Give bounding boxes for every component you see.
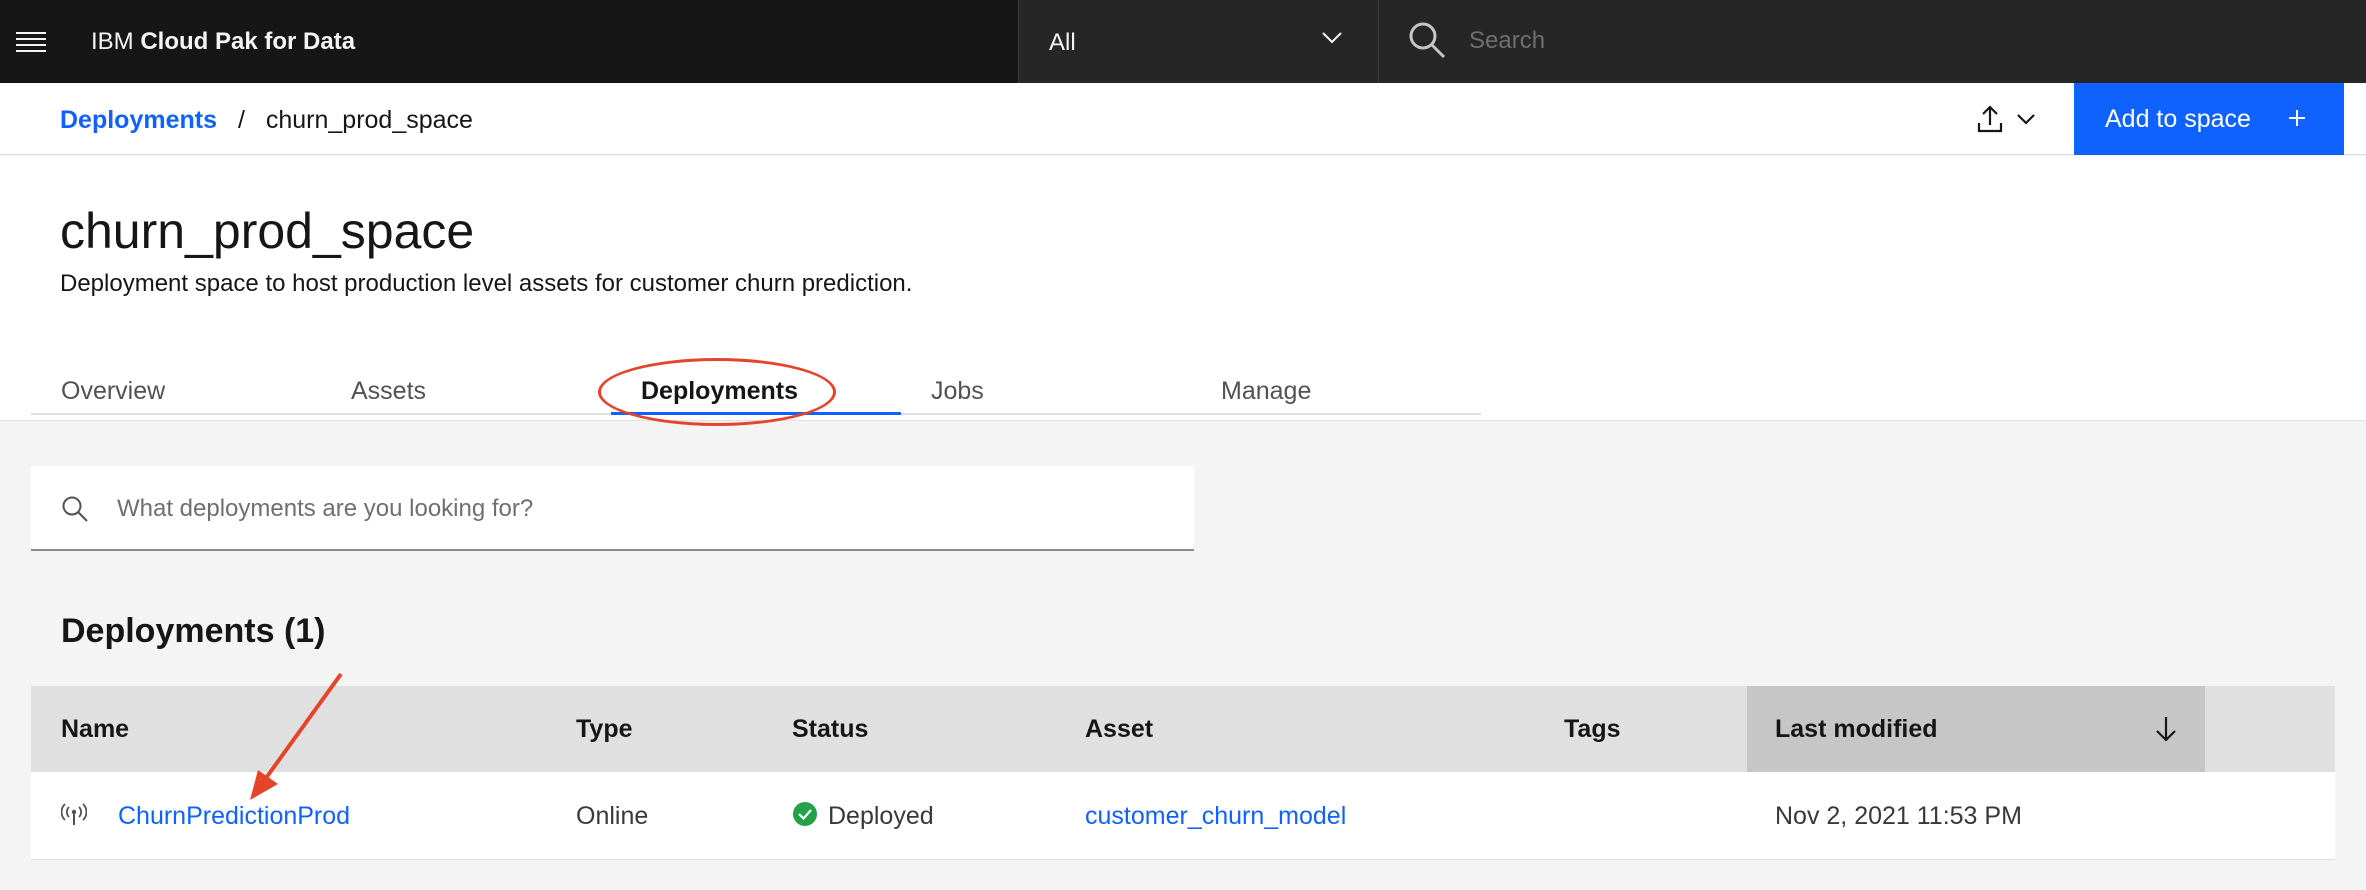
column-header-status[interactable]: Status <box>792 686 868 772</box>
brand-prefix: IBM <box>91 28 134 55</box>
deployment-asset-link[interactable]: customer_churn_model <box>1085 772 1346 860</box>
hamburger-menu-button[interactable] <box>0 0 62 83</box>
space-overview-header: churn_prod_space Deployment space to hos… <box>0 156 2366 421</box>
column-header-last-modified-label: Last modified <box>1775 715 1938 743</box>
breadcrumb-link-deployments[interactable]: Deployments <box>60 106 217 134</box>
hamburger-menu-icon <box>16 31 46 52</box>
add-icon <box>2289 110 2305 126</box>
global-search[interactable] <box>1378 0 2366 83</box>
column-header-last-modified[interactable]: Last modified <box>1747 686 2205 772</box>
scope-dropdown[interactable]: All <box>1018 0 1378 83</box>
upload-icon <box>1977 105 2003 133</box>
top-navigation-bar: IBM Cloud Pak for Data All <box>0 0 2366 83</box>
deployment-search-input[interactable] <box>117 486 1157 532</box>
search-icon <box>1409 22 1446 59</box>
scope-selected-value: All <box>1049 29 1076 56</box>
arrow-down-icon[interactable] <box>2155 715 2177 743</box>
chevron-down-icon <box>1322 32 1342 44</box>
chevron-down-icon <box>2017 113 2035 125</box>
column-header-type[interactable]: Type <box>576 686 633 772</box>
add-to-space-label: Add to space <box>2105 104 2251 133</box>
product-name[interactable]: IBM Cloud Pak for Data <box>91 0 355 83</box>
deployment-online-icon <box>61 803 87 825</box>
deployment-status: Deployed <box>792 772 934 860</box>
column-header-asset[interactable]: Asset <box>1085 686 1153 772</box>
space-tabs: Overview Assets Deployments Jobs Manage <box>31 351 1481 415</box>
brand-name: Cloud Pak for Data <box>140 28 356 55</box>
table-header: Name Type Status Asset Tags Last modifie… <box>31 686 2335 772</box>
checkmark-filled-icon <box>793 802 817 827</box>
deployments-table: Name Type Status Asset Tags Last modifie… <box>31 686 2335 860</box>
tab-assets[interactable]: Assets <box>321 351 611 415</box>
page-header: Deployments / churn_prod_space Add to sp… <box>0 83 2366 155</box>
deployment-type: Online <box>576 802 649 830</box>
column-header-name[interactable]: Name <box>61 686 129 772</box>
tab-manage[interactable]: Manage <box>1191 351 1481 415</box>
table-row[interactable]: ChurnPredictionProd Online Deployed cust… <box>31 772 2335 860</box>
page-title: churn_prod_space <box>60 203 475 259</box>
deployment-name-link[interactable]: ChurnPredictionProd <box>118 772 350 860</box>
add-to-space-button[interactable]: Add to space <box>2074 83 2344 155</box>
breadcrumb: Deployments / churn_prod_space <box>60 83 473 155</box>
breadcrumb-current: churn_prod_space <box>265 106 473 134</box>
deployments-section-title: Deployments (1) <box>61 612 326 650</box>
upload-menu-button[interactable] <box>1962 83 2050 155</box>
tab-deployments[interactable]: Deployments <box>611 351 901 415</box>
search-icon <box>62 496 88 522</box>
global-search-input[interactable] <box>1469 18 2329 64</box>
tab-jobs[interactable]: Jobs <box>901 351 1191 415</box>
deployment-search[interactable] <box>31 466 1194 551</box>
breadcrumb-separator: / <box>237 106 245 134</box>
tab-overview[interactable]: Overview <box>31 351 321 415</box>
page-description: Deployment space to host production leve… <box>60 270 913 297</box>
deployment-status-label: Deployed <box>828 802 934 830</box>
deployment-last-modified: Nov 2, 2021 11:53 PM <box>1775 802 2022 830</box>
column-header-tags[interactable]: Tags <box>1564 686 1621 772</box>
